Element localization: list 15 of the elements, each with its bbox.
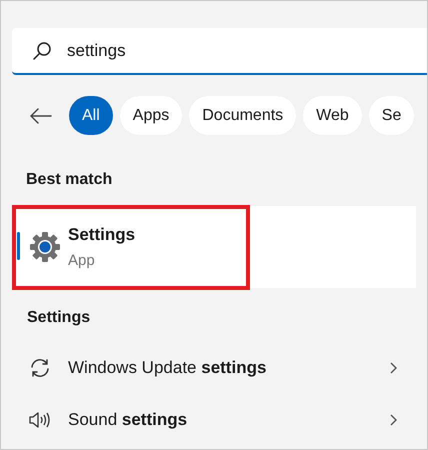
section-heading: Best match [26,170,112,190]
search-field[interactable]: settings [12,28,427,75]
search-text: settings [67,40,126,62]
filter-chip[interactable]: Documents [189,96,296,135]
filter-chip[interactable]: Web [303,96,362,135]
filter-chip[interactable]: Apps [120,96,182,135]
result-subtitle: App [68,251,96,271]
result-row[interactable]: Windows Update settings [12,342,416,394]
result-label: Windows Update settings [68,357,266,380]
filter-chip[interactable]: All [69,96,113,135]
result-title: Settings [68,224,136,246]
result-row[interactable]: Sound settings [12,394,416,446]
filter-chip[interactable]: Se [368,96,414,135]
result-label: Sound settings [68,409,188,432]
section-heading: Settings [27,308,90,328]
